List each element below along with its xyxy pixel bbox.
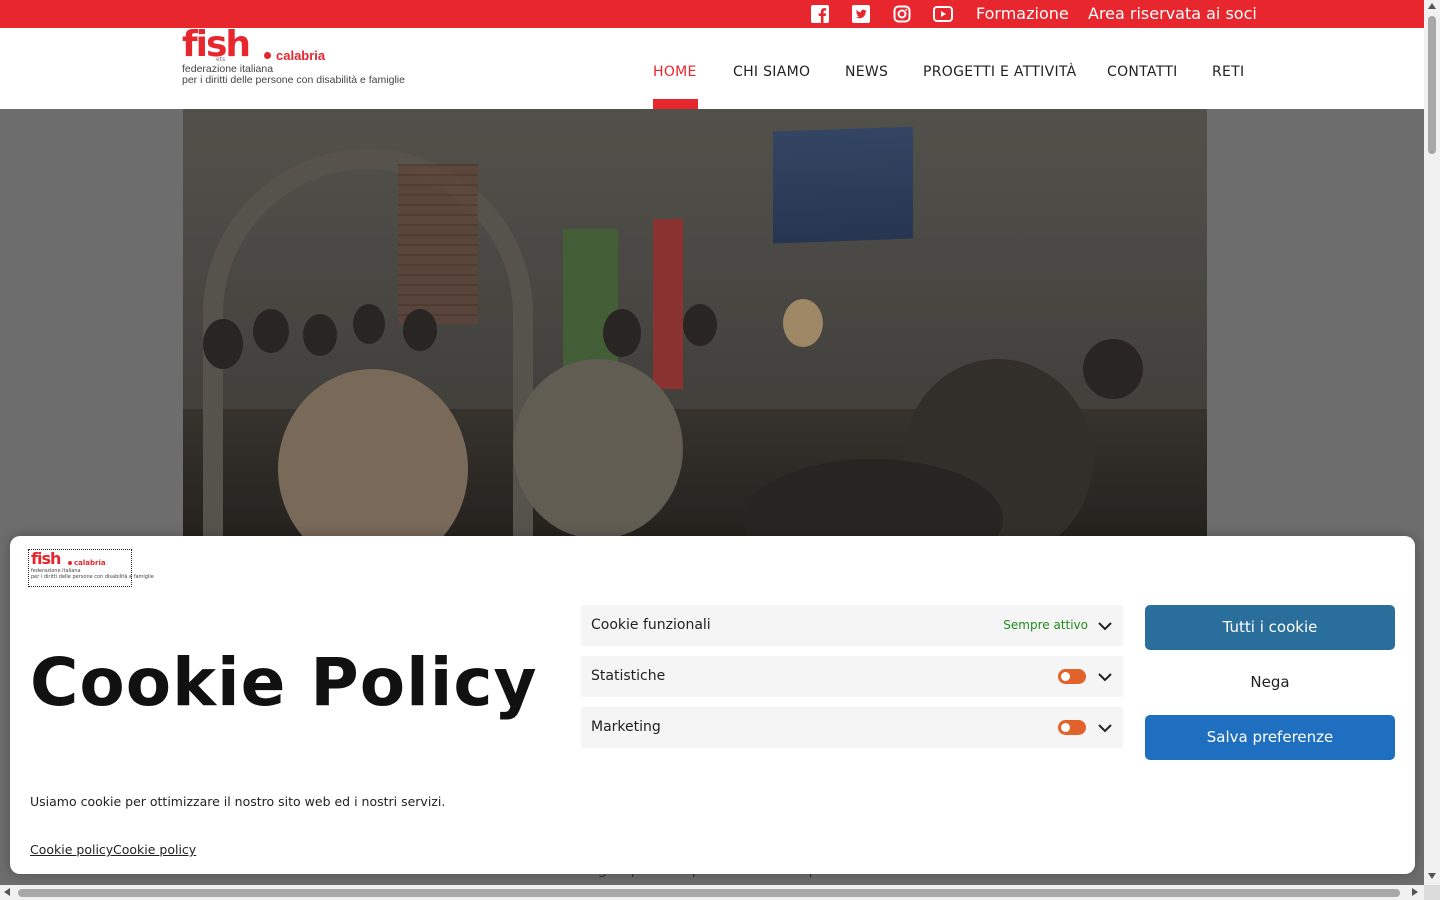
cookie-logo-region: calabria — [74, 559, 106, 567]
logo-line2: per i diritti delle persone con disabili… — [182, 74, 405, 86]
instagram-icon[interactable] — [893, 5, 911, 23]
twitter-icon[interactable] — [852, 5, 870, 23]
toggle-knob — [1061, 672, 1070, 681]
hero-image — [183, 109, 1207, 536]
deny-button[interactable]: Nega — [1145, 660, 1395, 705]
cookie-policy-link[interactable]: Cookie policy — [30, 842, 113, 857]
chevron-down-icon[interactable] — [1098, 619, 1112, 633]
nav-reti[interactable]: RETI — [1212, 64, 1244, 80]
cookie-banner-logo: fish calabria federazione italiana per i… — [28, 549, 154, 587]
nav-chi-siamo[interactable]: CHI SIAMO — [733, 64, 810, 80]
scroll-right-icon[interactable] — [1412, 888, 1418, 896]
cookie-banner: fish calabria federazione italiana per i… — [10, 536, 1415, 874]
chevron-down-icon[interactable] — [1098, 721, 1112, 735]
cookie-title: Cookie Policy — [30, 644, 538, 721]
category-label: Statistiche — [591, 668, 666, 684]
marketing-toggle[interactable] — [1058, 720, 1086, 735]
always-active-badge: Sempre attivo — [1003, 618, 1088, 632]
logo-region: calabria — [276, 48, 326, 63]
vertical-scroll-thumb[interactable] — [1428, 16, 1436, 154]
category-label: Cookie funzionali — [591, 617, 711, 633]
scrollbar-corner — [1424, 885, 1440, 900]
nav-news[interactable]: NEWS — [845, 64, 888, 80]
logo-ets: ets — [216, 56, 226, 63]
vertical-scrollbar[interactable] — [1424, 0, 1440, 885]
formazione-link[interactable]: Formazione — [976, 4, 1069, 23]
statistics-toggle[interactable] — [1058, 669, 1086, 684]
category-label: Marketing — [591, 719, 661, 735]
site-header: fish ets calabria federazione italiana p… — [0, 24, 1424, 109]
cookie-logo-dot — [68, 561, 72, 565]
chevron-down-icon[interactable] — [1098, 670, 1112, 684]
nav-progetti[interactable]: PROGETTI E ATTIVITÀ — [923, 64, 1077, 80]
category-statistics[interactable]: Statistiche — [581, 656, 1123, 697]
scroll-left-icon[interactable] — [4, 888, 10, 896]
cookie-logo-brand: fish — [31, 549, 61, 568]
horizontal-scroll-thumb[interactable] — [18, 889, 1400, 897]
cookie-policy-link-2[interactable]: Cookie policy — [113, 842, 196, 857]
cookie-message: Usiamo cookie per ottimizzare il nostro … — [30, 794, 446, 809]
scroll-up-icon[interactable] — [1428, 3, 1436, 9]
horizontal-scrollbar[interactable] — [0, 885, 1424, 900]
logo-dot — [264, 52, 271, 59]
facebook-icon[interactable] — [811, 5, 829, 23]
area-riservata-link[interactable]: Area riservata ai soci — [1088, 4, 1257, 23]
scroll-down-icon[interactable] — [1428, 873, 1436, 879]
nav-active-indicator — [653, 99, 698, 109]
accept-all-button[interactable]: Tutti i cookie — [1145, 605, 1395, 650]
save-preferences-button[interactable]: Salva preferenze — [1145, 715, 1395, 760]
category-functional[interactable]: Cookie funzionali Sempre attivo — [581, 605, 1123, 646]
nav-contatti[interactable]: CONTATTI — [1107, 64, 1178, 80]
category-marketing[interactable]: Marketing — [581, 707, 1123, 748]
site-logo[interactable]: fish ets calabria federazione italiana p… — [182, 24, 405, 88]
toggle-knob — [1061, 723, 1070, 732]
cookie-logo-line2: per i diritti delle persone con disabili… — [31, 574, 154, 580]
nav-home[interactable]: HOME — [653, 64, 697, 80]
youtube-icon[interactable] — [933, 5, 953, 23]
